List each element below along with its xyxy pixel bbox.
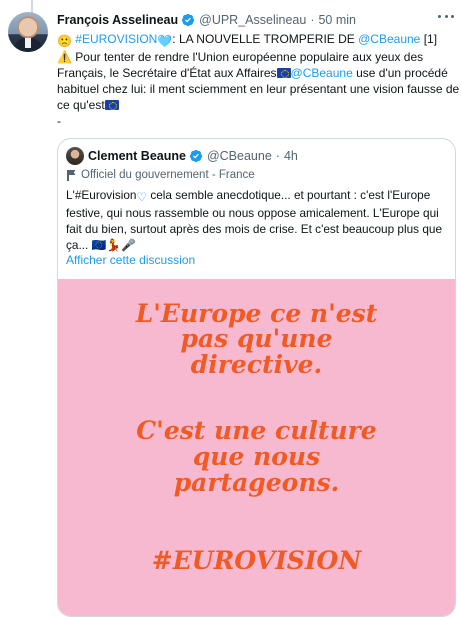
official-label: Officiel du gouvernement - France	[66, 167, 255, 183]
quoted-author-avatar[interactable]	[66, 147, 84, 165]
poster-line-3: directive.	[190, 350, 323, 379]
mention-link[interactable]: @CBeaune	[291, 66, 353, 80]
hashtag-link[interactable]: #EUROVISION	[75, 32, 157, 46]
quoted-line-4: ça... 🇪🇺💃🎤	[66, 238, 136, 252]
sad-face-emoji: 🙁	[57, 34, 72, 48]
quoted-tweet-header: Clement Beaune @CBeaune · 4h	[88, 148, 298, 164]
show-thread-link[interactable]: Afficher cette discussion	[66, 253, 195, 267]
quoted-tweet-time[interactable]: 4h	[284, 149, 298, 163]
quoted-tweet-text: L'#Eurovision♡ cela semble anecdotique..…	[66, 187, 451, 253]
poster-line-6: partageons.	[173, 468, 340, 497]
tweet-line-6: -	[57, 114, 61, 128]
tweet-header: François Asselineau @UPR_Asselineau · 50…	[57, 11, 356, 29]
author-name[interactable]: François Asselineau	[57, 13, 178, 27]
verified-badge-icon	[182, 13, 195, 27]
quoted-line-3: fait du bien, surtout après des mois de …	[66, 222, 443, 236]
tweet-line-5: ce qu'est	[57, 97, 455, 113]
quoted-media-image[interactable]: L'Europe ce n'est pas qu'une directive. …	[58, 279, 455, 616]
eu-flag-icon	[104, 100, 119, 110]
separator: ·	[310, 13, 315, 27]
author-handle[interactable]: @UPR_Asselineau	[199, 13, 306, 27]
tweet-line-3: Français, le Secrétaire d'État aux Affai…	[57, 66, 448, 80]
tweet-text: 🙁 #EUROVISION🩵: LA NOUVELLE TROMPERIE DE…	[57, 31, 460, 129]
hashtag-text[interactable]: #Eurovision	[75, 188, 137, 202]
separator: ·	[275, 149, 280, 163]
mention-link[interactable]: @CBeaune	[358, 32, 420, 46]
eu-flag-icon	[276, 68, 291, 78]
heart-emoji: ♡	[136, 190, 148, 204]
verified-badge-icon	[189, 149, 203, 163]
more-icon[interactable]	[438, 10, 454, 22]
flag-icon	[66, 169, 76, 181]
tweet-time[interactable]: 50 min	[318, 13, 356, 27]
quoted-line-2: festive, qui nous rassemble ou nous oppo…	[66, 206, 439, 220]
author-avatar[interactable]	[8, 12, 48, 52]
quoted-line-1: L'#Eurovision♡ cela semble anecdotique..…	[66, 188, 431, 204]
quoted-tweet[interactable]: Clement Beaune @CBeaune · 4h Officiel du…	[57, 138, 456, 617]
tweet-line-4: habituel chez lui: il ment sciemment en …	[57, 82, 460, 96]
tweet[interactable]: François Asselineau @UPR_Asselineau · 50…	[0, 0, 461, 617]
quoted-author-handle[interactable]: @CBeaune	[207, 149, 272, 163]
official-label-text: Officiel du gouvernement - France	[81, 169, 255, 181]
poster-line-7: #EUROVISION	[151, 546, 362, 575]
tweet-line-2: ⚠️ Pour tenter de rendre l'Union europée…	[57, 50, 424, 64]
tweet-line-1: 🙁 #EUROVISION🩵: LA NOUVELLE TROMPERIE DE…	[57, 32, 438, 48]
heart-emoji: 🩵	[157, 34, 173, 48]
quoted-author-name[interactable]: Clement Beaune	[88, 149, 186, 163]
